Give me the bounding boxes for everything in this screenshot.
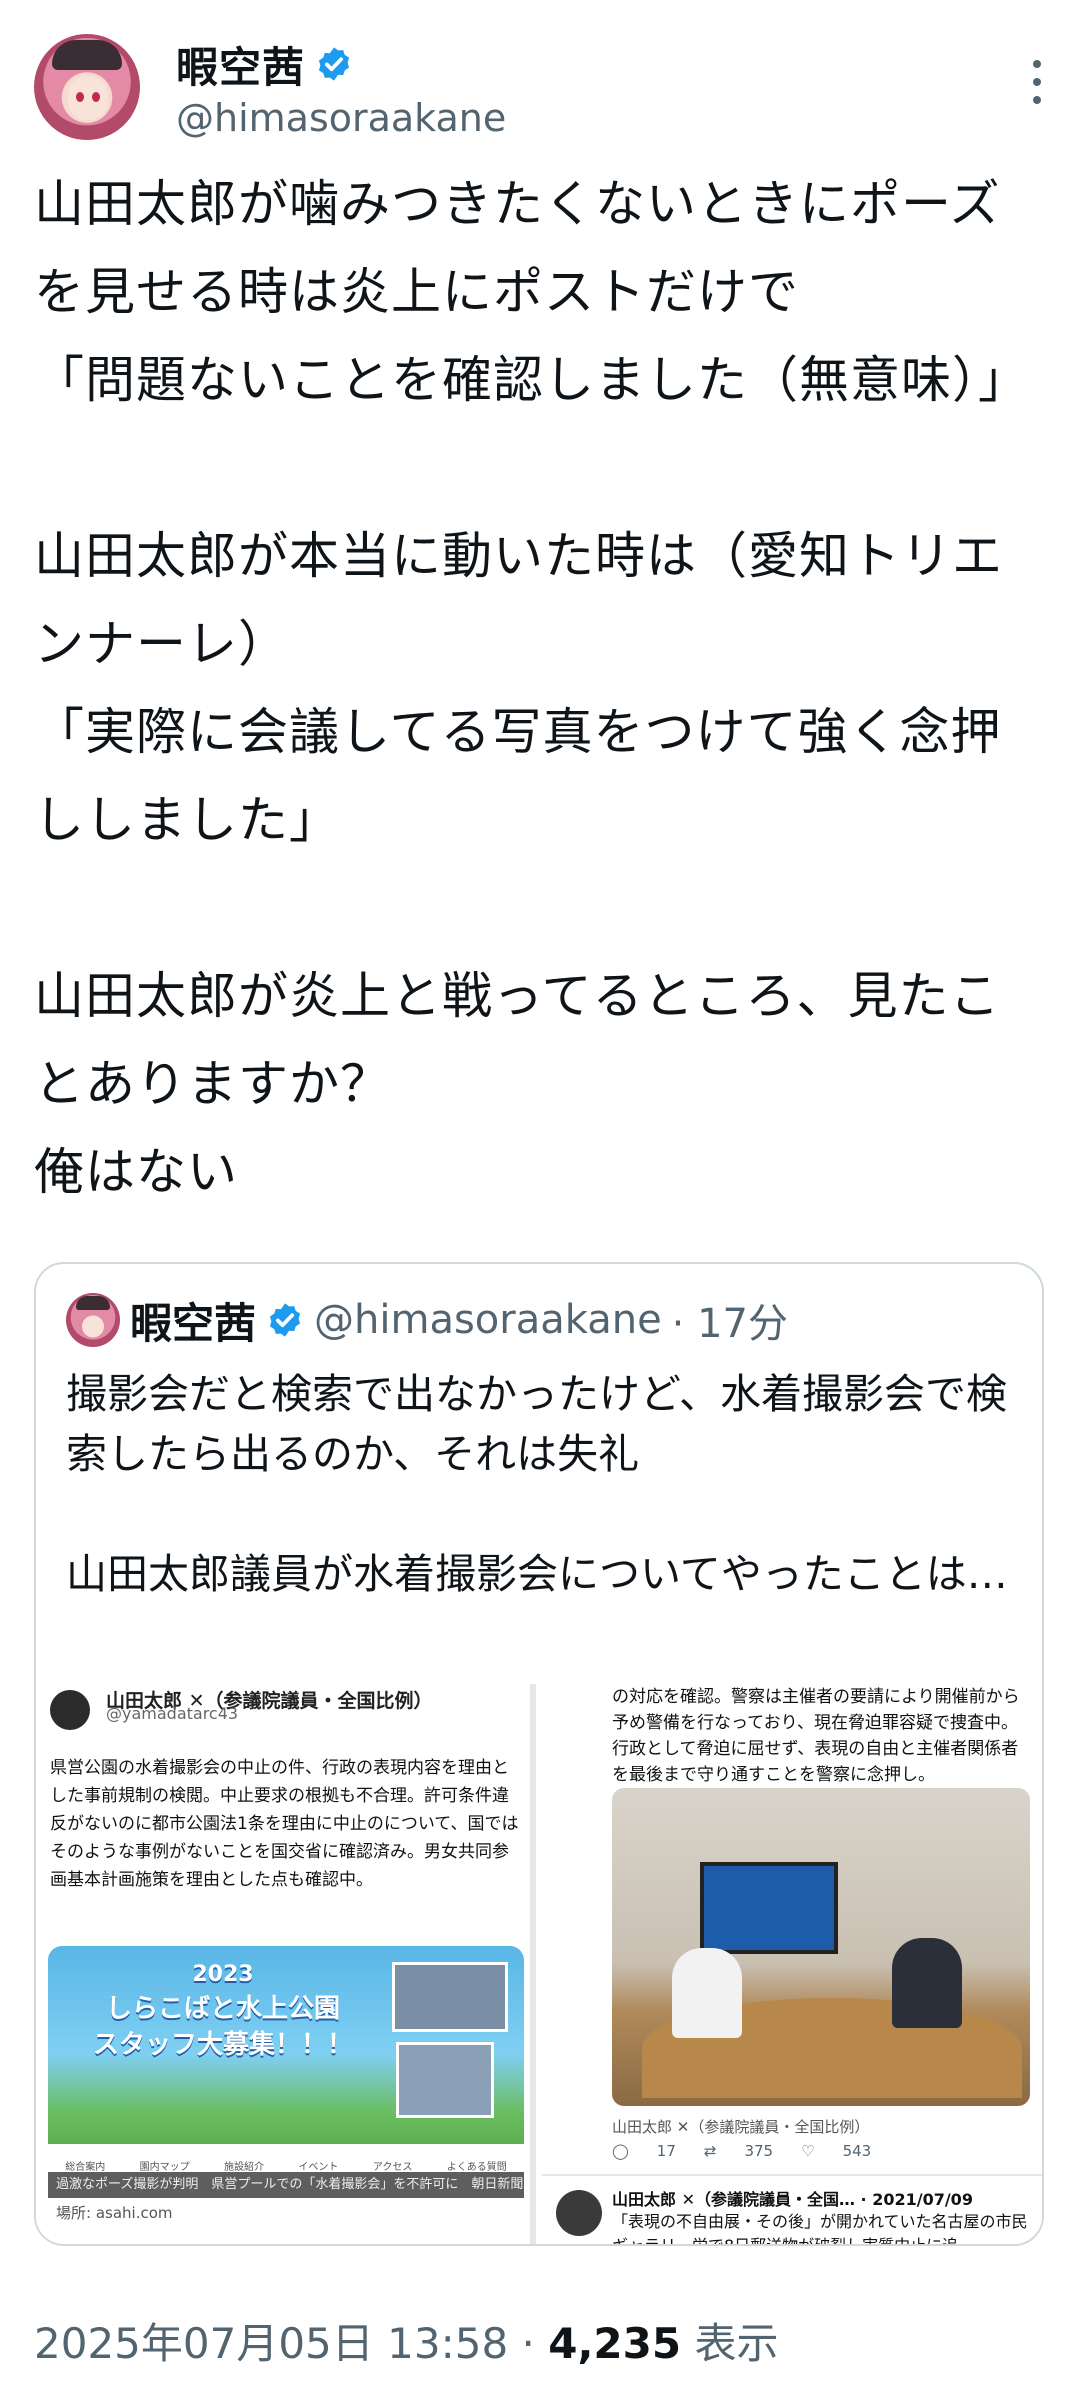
reply-count: 17 bbox=[656, 2142, 676, 2160]
banner-nav-item: 施設紹介 bbox=[224, 2161, 265, 2173]
banner-nav-item: アクセス bbox=[372, 2161, 413, 2173]
author-handle[interactable]: @himasoraakane bbox=[176, 96, 506, 140]
avatar-face bbox=[68, 76, 108, 120]
verified-badge-icon bbox=[318, 47, 350, 81]
quoted-post[interactable]: 暇空茜 @himasoraakane · 17分 撮影会だと検索で出なかったけど… bbox=[34, 1262, 1044, 2246]
link-card-source: 場所: asahi.com bbox=[56, 2204, 173, 2222]
quoted-author-name: 暇空茜 bbox=[130, 1298, 257, 1348]
post-body-text: 山田太郎が噛みつきたくないときにポーズを見せる時は炎上にポストだけで 「問題ない… bbox=[34, 175, 1029, 1201]
views-count: 4,235 bbox=[548, 2319, 682, 2368]
quoted-post-text: 撮影会だと検索で出なかったけど、水着撮影会で検索したら出るのか、それは失礼 山田… bbox=[66, 1370, 1008, 1598]
author-avatar[interactable] bbox=[34, 34, 140, 140]
embedded-action-bar: ◯ 17 ⇄ 375 ♡ 543 bbox=[612, 2142, 1032, 2160]
post-timestamp[interactable]: 2025年07月05日 13:58 bbox=[34, 2319, 508, 2368]
embedded-author-name: 山田太郎 ✕（参議院議員・全国比例） bbox=[612, 2118, 870, 2136]
meeting-photo bbox=[612, 1788, 1030, 2106]
banner-nav-item: よくある質問 bbox=[446, 2161, 507, 2173]
embedded-post-text: 「表現の不自由展・その後」が開かれていた名古屋の市民ギャラリー栄で8日郵送物が破… bbox=[612, 2212, 1028, 2246]
banner-photo bbox=[396, 2042, 494, 2118]
banner-nav-item: 園内マップ bbox=[139, 2161, 190, 2173]
avatar-eye bbox=[92, 92, 100, 102]
verified-badge-icon bbox=[269, 1303, 301, 1337]
post-footer: 2025年07月05日 13:58 · 4,235 表示 bbox=[34, 2310, 778, 2371]
like-count: 543 bbox=[842, 2142, 872, 2160]
park-banner-image: 2023 しらこばと水上公園 スタッフ大募集！！！ 総合案内 園内マップ 施設紹… bbox=[48, 1946, 524, 2186]
banner-nav-item: イベント bbox=[298, 2161, 339, 2173]
embedded-author-handle: @yamadatarc43 bbox=[106, 1704, 239, 1723]
quoted-author-avatar bbox=[66, 1293, 120, 1347]
banner-subtitle: スタッフ大募集！！！ bbox=[92, 2030, 353, 2060]
media-image-left[interactable]: 山田太郎 ✕（参議院議員・全国比例） @yamadatarc43 県営公園の水着… bbox=[36, 1684, 536, 2244]
embedded-post-text: 県営公園の水着撮影会の中止の件、行政の表現内容を理由とした事前規制の検閲。中止要… bbox=[50, 1758, 519, 1890]
like-icon: ♡ bbox=[801, 2142, 815, 2160]
avatar-hat bbox=[52, 40, 122, 70]
post-header: 暇空茜 @himasoraakane bbox=[34, 34, 1046, 144]
repost-icon: ⇄ bbox=[703, 2142, 717, 2160]
video-call-screen bbox=[700, 1862, 838, 1954]
reply-icon: ◯ bbox=[612, 2142, 629, 2160]
quoted-post-time: · 17分 bbox=[671, 1301, 788, 1347]
repost-count: 375 bbox=[744, 2142, 774, 2160]
banner-nav-item: 総合案内 bbox=[65, 2161, 106, 2173]
banner-photo bbox=[392, 1962, 508, 2032]
media-image-right[interactable]: の対応を確認。警察は主催者の要請により開催前から予め警備を行なっており、現在脅迫… bbox=[542, 1684, 1042, 2246]
divider bbox=[542, 2174, 1042, 2176]
banner-year: 2023 bbox=[192, 1962, 254, 1987]
author-display-name[interactable]: 暇空茜 bbox=[176, 34, 305, 95]
banner-title: しらこばと水上公園 bbox=[105, 1994, 340, 2024]
author-name-row[interactable]: 暇空茜 bbox=[176, 36, 353, 92]
quoted-post-header: 暇空茜 @himasoraakane · 17分 bbox=[66, 1292, 788, 1348]
embedded-post-text: の対応を確認。警察は主催者の要請により開催前から予め警備を行なっており、現在脅迫… bbox=[612, 1687, 1020, 1785]
views-label: 表示 bbox=[694, 2319, 779, 2368]
embedded-author-name: 山田太郎 ✕（参議院議員・全国… · 2021/07/09 bbox=[612, 2190, 973, 2209]
more-vertical-icon[interactable] bbox=[1032, 60, 1042, 104]
embedded-author-avatar bbox=[50, 1690, 90, 1730]
footer-separator: · bbox=[521, 2319, 535, 2368]
quoted-media[interactable]: 山田太郎 ✕（参議院議員・全国比例） @yamadatarc43 県営公園の水着… bbox=[36, 1684, 1042, 2246]
embedded-author-avatar bbox=[556, 2190, 602, 2236]
person-figure bbox=[892, 1938, 962, 2028]
quoted-author-handle: @himasoraakane bbox=[314, 1297, 662, 1343]
person-figure bbox=[672, 1948, 742, 2038]
avatar-eye bbox=[76, 92, 84, 102]
link-card-caption: 過激なポーズ撮影が判明 県営プールでの「水着撮影会」を不許可に 朝日新聞 bbox=[48, 2172, 524, 2198]
